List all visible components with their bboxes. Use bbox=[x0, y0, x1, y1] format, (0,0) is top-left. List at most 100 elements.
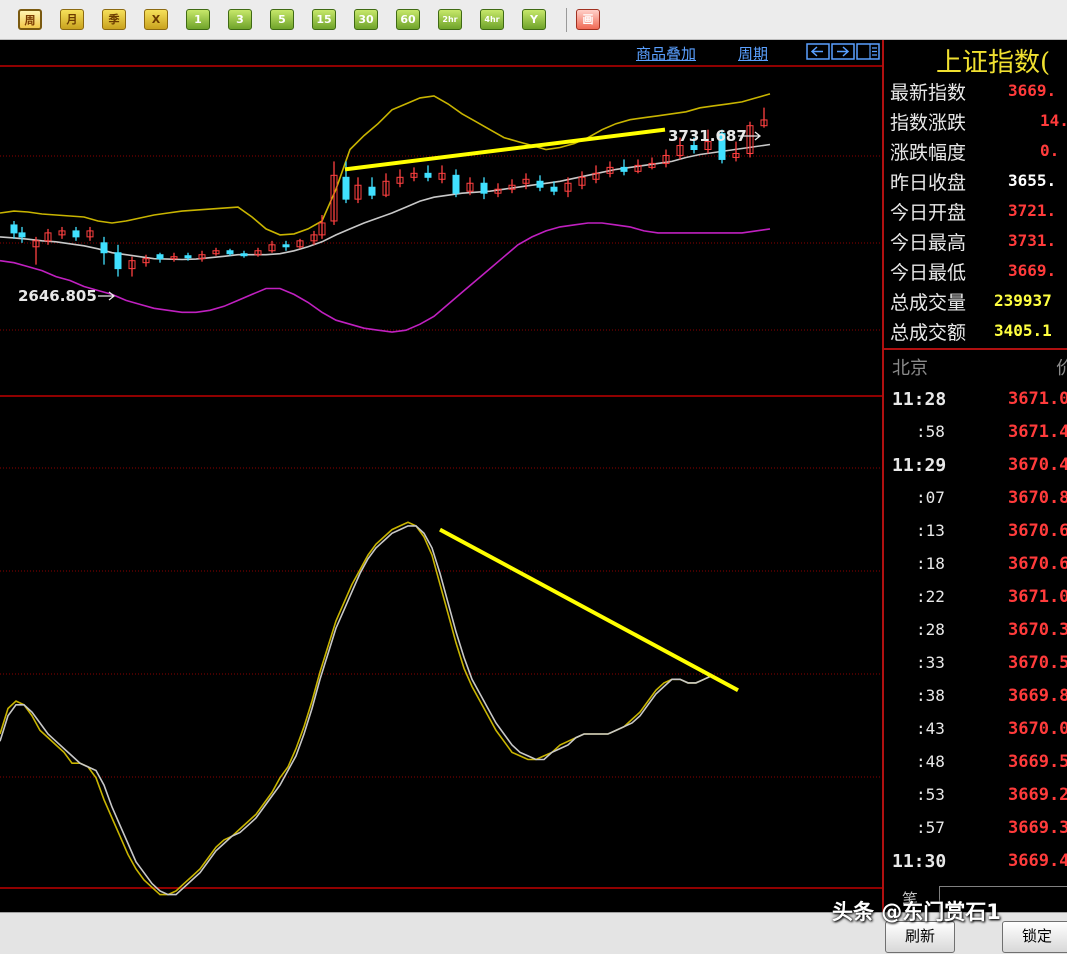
period-link[interactable]: 周期 bbox=[738, 43, 768, 64]
tick-price: 3670.6 bbox=[1008, 521, 1067, 541]
tick-price: 3669.4 bbox=[1008, 851, 1067, 871]
tick-row[interactable]: :48 3669.5 bbox=[890, 748, 1067, 781]
period-button[interactable]: 30 bbox=[354, 9, 378, 30]
period-button[interactable]: X bbox=[144, 9, 168, 30]
tick-row[interactable]: :53 3669.2 bbox=[890, 781, 1067, 814]
period-button[interactable]: 5 bbox=[270, 9, 294, 30]
candle-body bbox=[620, 166, 628, 172]
candle-body bbox=[226, 250, 234, 255]
stat-value: 3669. bbox=[1008, 81, 1057, 100]
stat-value: 3405.1 bbox=[994, 321, 1052, 340]
tick-row[interactable]: :13 3670.6 bbox=[890, 517, 1067, 550]
tick-price: 3669.2 bbox=[1008, 785, 1067, 805]
tick-header: 北京 价 bbox=[884, 348, 1067, 382]
stat-label: 昨日收盘 bbox=[890, 172, 967, 194]
tick-time: :07 bbox=[916, 488, 945, 507]
candle-body bbox=[480, 182, 488, 194]
tick-row[interactable]: :38 3669.8 bbox=[890, 682, 1067, 715]
tick-price: 3670.3 bbox=[1008, 620, 1067, 640]
period-button[interactable]: 60 bbox=[396, 9, 420, 30]
candle-body bbox=[240, 253, 248, 257]
candle-body bbox=[18, 232, 26, 238]
period-button[interactable]: 2hr bbox=[438, 9, 462, 30]
period-toolbar: 周月季 X 1 3 5 15 30 60 2hr 4hr Y 画 bbox=[0, 0, 1067, 40]
stat-value: 239937 bbox=[994, 291, 1052, 310]
stat-row: 今日最低 3669. bbox=[890, 256, 1067, 286]
candle-body bbox=[72, 230, 80, 238]
stat-label: 涨跌幅度 bbox=[890, 142, 967, 164]
period-button[interactable]: 画 bbox=[576, 9, 600, 30]
candle-body bbox=[114, 252, 122, 270]
candle-body bbox=[282, 244, 290, 248]
tick-price: 3669.3 bbox=[1008, 818, 1067, 838]
stat-row: 涨跌幅度 0. bbox=[890, 136, 1067, 166]
tick-time: 11:29 bbox=[892, 455, 947, 476]
stat-row: 昨日收盘 3655. bbox=[890, 166, 1067, 196]
lock-button[interactable]: 锁定 bbox=[1002, 921, 1067, 953]
tick-time: :58 bbox=[916, 422, 945, 441]
stat-value: 3669. bbox=[1008, 261, 1057, 280]
arrow-left-icon[interactable] bbox=[806, 43, 830, 60]
stat-value: 3731. bbox=[1008, 231, 1057, 250]
toolbar-separator bbox=[566, 8, 567, 32]
stat-label: 指数涨跌 bbox=[890, 112, 967, 134]
tick-row[interactable]: :18 3670.6 bbox=[890, 550, 1067, 583]
tick-header-price: 价 bbox=[1056, 354, 1067, 380]
candle-body bbox=[690, 145, 698, 151]
tick-time: :13 bbox=[916, 521, 945, 540]
candle-body bbox=[156, 254, 164, 260]
period-button[interactable]: 4hr bbox=[480, 9, 504, 30]
boll-mid-line bbox=[0, 143, 771, 261]
tick-time: :28 bbox=[916, 620, 945, 639]
period-button[interactable]: 月 bbox=[60, 9, 84, 30]
nav-icons bbox=[806, 43, 880, 60]
tick-time: :57 bbox=[916, 818, 945, 837]
period-button[interactable]: Y bbox=[522, 9, 546, 30]
period-button[interactable]: 1 bbox=[186, 9, 210, 30]
tick-time: :48 bbox=[916, 752, 945, 771]
tick-price: 3669.8 bbox=[1008, 686, 1067, 706]
quote-panel: 上证指数( 最新指数 3669. 指数涨跌 14. 涨跌幅度 0. 昨日收盘 3655. 今日开… bbox=[882, 40, 1067, 912]
stat-value: 3721. bbox=[1008, 201, 1057, 220]
tick-row[interactable]: :58 3671.4 bbox=[890, 418, 1067, 451]
panel-toggle-icon[interactable] bbox=[856, 43, 880, 60]
tick-row[interactable]: :22 3671.0 bbox=[890, 583, 1067, 616]
kline-chart[interactable]: 3731.687 2646.805 bbox=[0, 40, 882, 912]
tick-time: :33 bbox=[916, 653, 945, 672]
price-trendline bbox=[344, 127, 666, 172]
tick-price: 3671.0 bbox=[1008, 389, 1067, 409]
stat-label: 今日最高 bbox=[890, 232, 967, 254]
tick-time: 11:30 bbox=[892, 851, 947, 872]
tick-time: :22 bbox=[916, 587, 945, 606]
tick-price: 3670.8 bbox=[1008, 488, 1067, 508]
period-button[interactable]: 周 bbox=[18, 9, 42, 30]
tick-price: 3670.5 bbox=[1008, 653, 1067, 673]
overlay-link[interactable]: 商品叠加 bbox=[636, 43, 696, 64]
tick-time: :43 bbox=[916, 719, 945, 738]
stat-row: 今日开盘 3721. bbox=[890, 196, 1067, 226]
tick-time: :53 bbox=[916, 785, 945, 804]
tick-row[interactable]: :33 3670.5 bbox=[890, 649, 1067, 682]
candle-body bbox=[452, 174, 460, 194]
tick-price: 3671.4 bbox=[1008, 422, 1067, 442]
tick-header-time: 北京 bbox=[892, 358, 928, 379]
tick-row[interactable]: :57 3669.3 bbox=[890, 814, 1067, 847]
tick-row[interactable]: 11:30 3669.4 bbox=[890, 847, 1067, 880]
period-button[interactable]: 季 bbox=[102, 9, 126, 30]
tick-row[interactable]: :43 3670.0 bbox=[890, 715, 1067, 748]
stat-row: 总成交额 3405.1 bbox=[890, 316, 1067, 346]
tick-row[interactable]: 11:28 3671.0 bbox=[890, 385, 1067, 418]
stat-label: 今日最低 bbox=[890, 262, 967, 284]
tick-row[interactable]: :28 3670.3 bbox=[890, 616, 1067, 649]
boll-lower-line bbox=[0, 222, 771, 333]
tick-row[interactable]: :07 3670.8 bbox=[890, 484, 1067, 517]
stat-label: 总成交量 bbox=[890, 292, 967, 314]
tick-price: 3670.0 bbox=[1008, 719, 1067, 739]
stat-label: 今日开盘 bbox=[890, 202, 967, 224]
period-button[interactable]: 15 bbox=[312, 9, 336, 30]
arrow-right-icon[interactable] bbox=[831, 43, 855, 60]
tick-row[interactable]: 11:29 3670.4 bbox=[890, 451, 1067, 484]
stat-label: 最新指数 bbox=[890, 82, 967, 104]
chart-area[interactable]: 3731.687 2646.805 商品叠加 周期 bbox=[0, 40, 882, 912]
period-button[interactable]: 3 bbox=[228, 9, 252, 30]
